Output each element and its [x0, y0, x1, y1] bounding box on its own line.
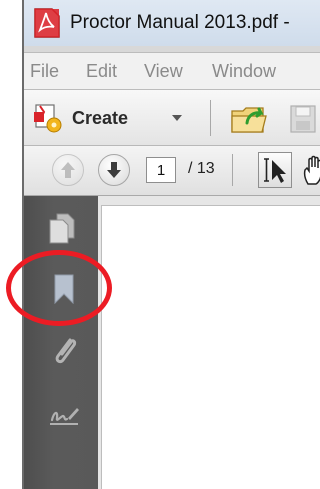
signature-icon[interactable] [48, 404, 80, 430]
previous-page-button[interactable] [52, 154, 84, 186]
chevron-down-icon[interactable] [172, 115, 182, 121]
select-cursor-icon [264, 158, 286, 183]
create-button[interactable]: Create [32, 100, 182, 136]
create-pdf-icon [34, 104, 62, 133]
toolbar-divider [232, 154, 233, 186]
menu-bar: File Edit View Window [24, 52, 320, 90]
title-bar: Proctor Manual 2013.pdf - [24, 0, 320, 46]
next-page-button[interactable] [98, 154, 130, 186]
menu-file[interactable]: File [30, 61, 59, 82]
toolbar-divider [210, 100, 211, 136]
select-tool-button[interactable] [258, 152, 292, 188]
navigation-toolbar: / 13 [24, 146, 320, 196]
window-title: Proctor Manual 2013.pdf - [70, 12, 290, 33]
page-number-input[interactable] [146, 157, 176, 183]
open-folder-icon[interactable] [230, 102, 268, 136]
bookmark-icon[interactable] [53, 274, 75, 304]
document-page [101, 205, 320, 489]
pages-icon[interactable] [48, 212, 76, 244]
acrobat-pdf-icon [34, 8, 60, 38]
navigation-pane [24, 196, 98, 489]
arrow-down-icon [107, 162, 121, 178]
attachment-icon[interactable] [50, 334, 80, 370]
create-label: Create [72, 108, 129, 128]
main-toolbar: Create [24, 90, 320, 146]
menu-edit[interactable]: Edit [86, 61, 117, 82]
menu-view[interactable]: View [144, 61, 183, 82]
document-area [98, 196, 320, 489]
menu-window[interactable]: Window [212, 61, 276, 82]
arrow-up-icon [61, 162, 75, 178]
save-icon[interactable] [288, 103, 318, 135]
page-total: / 13 [188, 160, 215, 177]
application-window: Proctor Manual 2013.pdf - File Edit View… [22, 0, 320, 489]
hand-tool-icon[interactable] [302, 154, 320, 186]
